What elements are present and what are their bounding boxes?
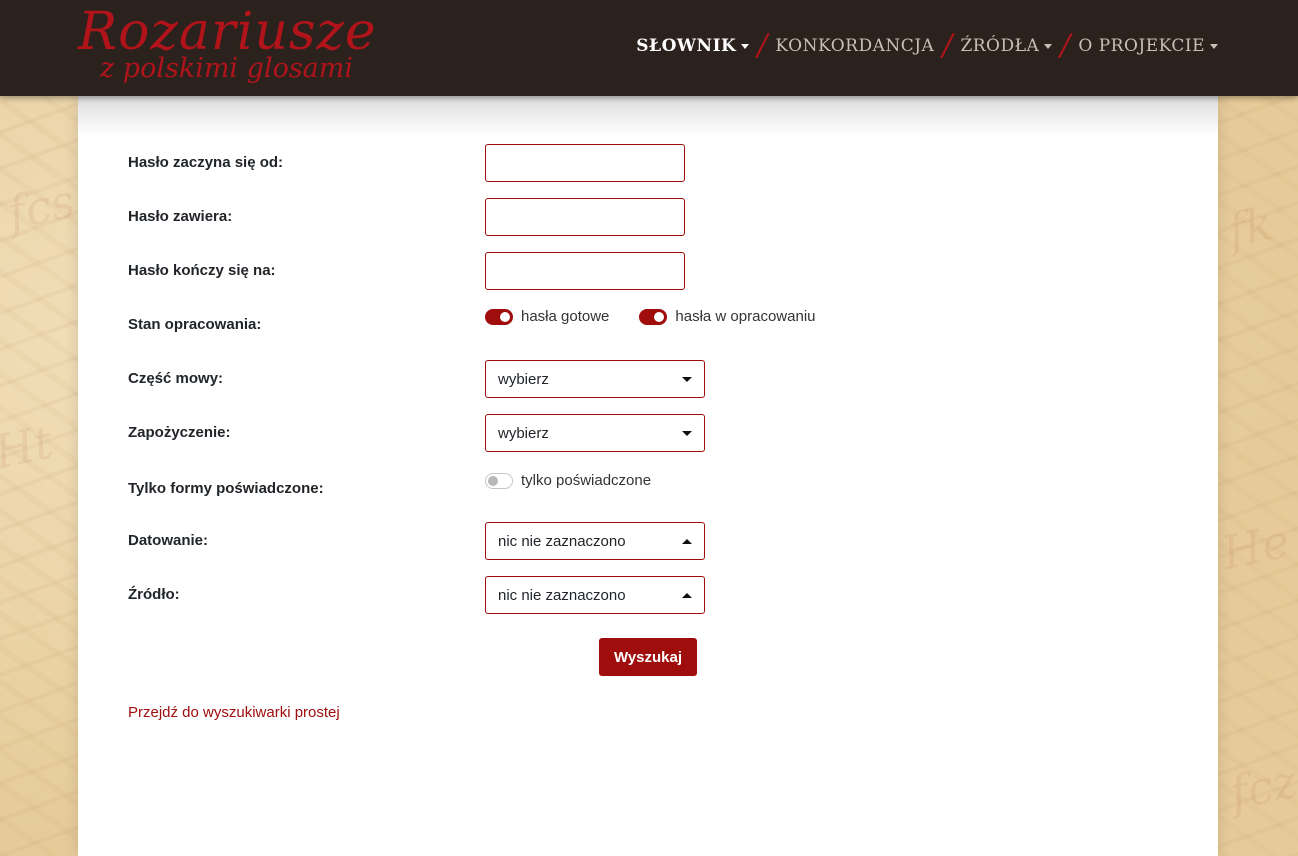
background-scribble: Ht (0, 414, 58, 480)
borrowing-select[interactable]: wybierz (485, 414, 705, 452)
toggle-in-progress-entries[interactable] (639, 308, 668, 325)
nav-item-zrodla[interactable]: ŹRÓDŁA (960, 36, 1053, 56)
source-multiselect[interactable]: nic nie zaznaczono (485, 576, 705, 614)
contains-label: Hasło zawiera: (128, 208, 233, 225)
select-value: nic nie zaznaczono (498, 532, 626, 550)
starts-with-label: Hasło zaczyna się od: (128, 154, 284, 171)
row-borrowing: Zapożyczenie: wybierz (128, 414, 1028, 452)
nav-label: SŁOWNIK (636, 36, 737, 56)
nav-label: O PROJEKCIE (1078, 36, 1205, 56)
nav-item-konkordancja[interactable]: KONKORDANCJA (775, 36, 934, 56)
main-nav: SŁOWNIK / KONKORDANCJA / ŹRÓDŁA / O PROJ… (636, 30, 1218, 62)
attested-only-label: Tylko formy poświadczone: (128, 480, 324, 497)
row-ends-with: Hasło kończy się na: (128, 252, 1028, 290)
toggle-ready-entries[interactable] (485, 308, 513, 325)
top-navbar: Rozariusze z polskimi glosami SŁOWNIK / … (0, 0, 1298, 96)
dating-multiselect[interactable]: nic nie zaznaczono (485, 522, 705, 560)
source-label: Źródło: (128, 586, 180, 603)
caret-down-icon (682, 430, 692, 436)
row-contains: Hasło zawiera: (128, 198, 1028, 236)
attested-toggle-group: tylko poświadczone (485, 472, 681, 489)
toggle-knob (654, 311, 665, 322)
ends-with-label: Hasło kończy się na: (128, 262, 276, 279)
nav-item-o-projekcie[interactable]: O PROJEKCIE (1078, 36, 1218, 56)
toggle-ready-label: hasła gotowe (521, 308, 610, 325)
toggle-knob (488, 475, 498, 486)
row-dating: Datowanie: nic nie zaznaczono (128, 522, 1028, 560)
caret-up-icon (682, 592, 692, 598)
caret-down-icon (1044, 43, 1053, 49)
toggle-in-progress-label: hasła w opracowaniu (675, 308, 816, 325)
background-scribble: fcz (1225, 753, 1298, 821)
nav-separator: / (942, 28, 953, 63)
row-attested-only: Tylko formy poświadczone: tylko poświadc… (128, 470, 1028, 508)
nav-separator: / (1060, 28, 1071, 63)
row-part-of-speech: Część mowy: wybierz (128, 360, 1028, 398)
starts-with-input[interactable] (485, 144, 685, 182)
dating-label: Datowanie: (128, 532, 209, 549)
nav-label: KONKORDANCJA (775, 36, 935, 56)
site-logo[interactable]: Rozariusze z polskimi glosami (78, 2, 398, 94)
caret-up-icon (682, 538, 692, 544)
logo-subtitle: z polskimi glosami (100, 53, 354, 84)
background-scribble: fcs (3, 173, 80, 241)
search-panel: Hasło zaczyna się od: Hasło zawiera: Has… (78, 96, 1218, 856)
contains-input[interactable] (485, 198, 685, 236)
toggle-knob (500, 311, 510, 322)
part-of-speech-label: Część mowy: (128, 370, 224, 387)
toggle-attested-label: tylko poświadczone (521, 472, 652, 489)
panel-shadow (78, 96, 1218, 136)
caret-down-icon (682, 376, 692, 382)
nav-label: ŹRÓDŁA (960, 36, 1040, 56)
simple-search-link[interactable]: Przejdź do wyszukiwarki prostej (128, 704, 340, 721)
toggle-attested-only[interactable] (485, 472, 513, 489)
background-scribble: He (1217, 513, 1295, 581)
nav-separator: / (757, 28, 768, 63)
status-label: Stan opracowania: (128, 316, 262, 333)
select-value: nic nie zaznaczono (498, 586, 626, 604)
row-starts-with: Hasło zaczyna się od: (128, 144, 1028, 182)
caret-down-icon (741, 43, 750, 49)
borrowing-label: Zapożyczenie: (128, 424, 231, 441)
row-status: Stan opracowania: hasła gotowe hasła w o… (128, 308, 1028, 346)
search-button[interactable]: Wyszukaj (599, 638, 697, 676)
row-source: Źródło: nic nie zaznaczono (128, 576, 1028, 614)
caret-down-icon (1210, 43, 1218, 49)
select-value: wybierz (498, 424, 549, 442)
status-toggles: hasła gotowe hasła w opracowaniu (485, 308, 846, 325)
select-value: wybierz (498, 370, 549, 388)
background-scribble: fk (1222, 195, 1279, 259)
ends-with-input[interactable] (485, 252, 685, 290)
part-of-speech-select[interactable]: wybierz (485, 360, 705, 398)
nav-item-slownik[interactable]: SŁOWNIK (636, 36, 750, 56)
